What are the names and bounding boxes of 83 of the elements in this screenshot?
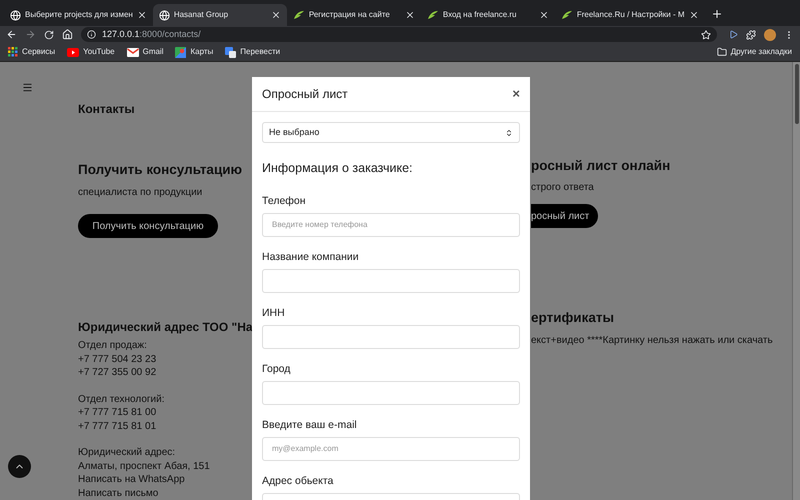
scrollbar[interactable] [792,62,800,500]
play-icon[interactable] [729,30,738,39]
certificates-heading: ертификаты [531,309,616,328]
back-icon[interactable] [6,29,17,40]
reload-icon[interactable] [44,30,54,40]
field-label: Название компании [262,250,360,264]
globe-icon [158,10,170,20]
browser-tab[interactable]: Вход на freelance.ru [420,4,555,26]
contact-line: +7 777 715 81 01 [78,420,158,434]
leaf-logo-icon [292,10,305,20]
input-field[interactable]: my@example.com [262,436,520,461]
info-icon [87,30,96,39]
consult-heading: Получить консультацию [78,161,244,179]
close-icon[interactable] [270,10,281,20]
play-logo-icon [67,48,80,56]
consult-subtitle: специалиста по продукции [78,186,204,200]
translate-logo-icon [225,46,236,58]
survey-button[interactable]: росный лист [531,204,598,228]
close-icon[interactable] [136,10,147,20]
close-icon[interactable] [404,10,415,20]
browser-tab[interactable]: Freelance.Ru / Настройки - М [554,4,705,26]
forward-icon[interactable] [25,29,36,40]
contact-line: Отдел технологий: [78,392,166,406]
leaf-logo-icon [560,10,573,20]
envelope-logo-icon [126,48,139,56]
url-text: 127.0.0.1:8000/contacts/ [102,28,202,41]
tab-title: Вход на freelance.ru [442,9,518,21]
select-field[interactable]: Не выбрано [262,122,520,143]
input-field[interactable] [262,380,520,405]
contact-line: Написать на WhatsApp [78,473,186,487]
certificates-text: екст+видео ****Картинку нельзя нажать или скачать [531,334,773,348]
consult-button[interactable]: Получить консультацию [78,214,218,238]
tab-title: Freelance.Ru / Настройки - М [576,9,685,21]
browser-tab[interactable]: Выберите projects для измен [4,4,153,26]
legal-heading: Юридический адрес ТОО "На [78,319,252,336]
field-label: Телефон [262,194,307,208]
globe-icon [10,10,21,20]
close-icon[interactable] [538,10,549,20]
updown-icon [505,128,513,136]
scroll-top-button[interactable] [8,455,31,478]
field-label: Город [262,362,292,376]
browser-tab[interactable]: Hasanat Group [152,4,287,26]
bookmark-link[interactable]: Перевести [225,46,280,58]
address-bar[interactable]: 127.0.0.1:8000/contacts/ [81,27,717,42]
folder-icon [716,47,727,57]
contact-line: +7 727 355 00 92 [78,366,158,380]
menu-icon[interactable] [22,82,33,93]
leaf-logo-icon [426,10,439,20]
modal-title: Опросный лист [262,86,348,103]
contact-line: Написать письмо [78,486,160,500]
contact-line: +7 777 715 81 00 [78,406,158,420]
puzzle-icon[interactable] [746,30,756,40]
other-bookmarks[interactable]: Другие закладки [716,46,792,58]
star-icon[interactable] [701,30,711,40]
contact-line: Юридический адрес: [78,446,176,460]
tab-title: Выберите projects для измен [25,9,133,21]
field-label: Введите ваш e-mail [262,418,358,432]
field-label: Адрес обьекта [262,474,334,488]
browser-tab[interactable]: Регистрация на сайте [286,4,421,26]
tab-title: Регистрация на сайте [308,9,391,21]
new-tab-icon[interactable] [710,8,723,20]
bookmark-link[interactable]: Сервисы [8,46,56,58]
contact-line: Алматы, проспект Абая, 151 [78,460,211,474]
avatar[interactable] [764,28,776,40]
input-field[interactable]: Введите номер телефона [262,212,520,237]
close-icon[interactable] [688,10,699,20]
section-heading: Информация о заказчике: [262,160,414,177]
bookmark-link[interactable]: Карты [175,46,214,58]
bookmark-link[interactable]: Gmail [126,46,164,58]
page-heading: Контакты [78,101,136,118]
tab-title: Hasanat Group [174,9,230,21]
map-pin-logo-icon [175,46,186,58]
field-label: ИНН [262,306,286,320]
contact-line: Отдел продаж: [78,339,148,353]
close-button[interactable]: × [512,84,520,104]
bookmark-link[interactable]: YouTube [67,46,115,58]
survey-heading: росный лист онлайн [531,157,672,175]
survey-subtitle: строго ответа [531,181,595,196]
input-field[interactable] [262,324,520,349]
apps-grid-icon [8,47,18,57]
contact-line: +7 777 504 23 23 [78,352,158,366]
home-icon[interactable] [62,29,73,40]
input-field[interactable] [262,268,520,293]
